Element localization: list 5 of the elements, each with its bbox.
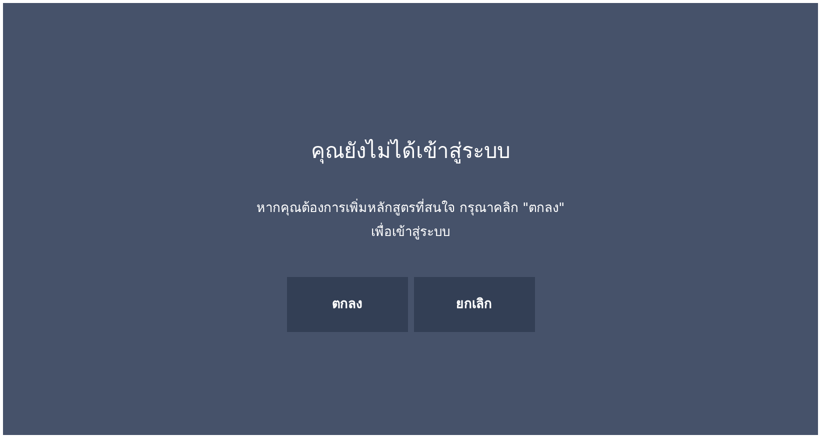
dialog-title: คุณยังไม่ได้เข้าสู่ระบบ [311,138,510,166]
dialog-message: เพื่อเข้าสู่ระบบ [371,221,450,245]
dialog-message: หากคุณต้องการเพิ่มหลักสูตรที่สนใจ กรุณาคลิก "ตกลง" [256,197,565,221]
dialog-button[interactable]: ยกเลิก [414,277,534,332]
dialog-button[interactable]: ตกลง [286,277,408,332]
